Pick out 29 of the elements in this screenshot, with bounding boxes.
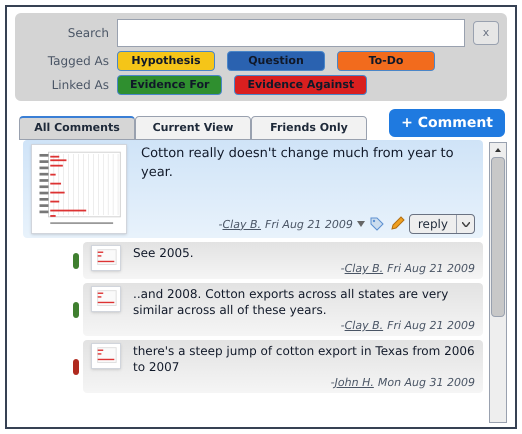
byline-dash: -: [340, 318, 345, 333]
byline-dash: -: [330, 375, 335, 390]
clear-button[interactable]: x: [473, 21, 499, 45]
comment-date: Fri Aug 21 2009: [387, 261, 475, 276]
reply-button[interactable]: reply: [410, 215, 456, 233]
filter-tab[interactable]: Friends Only: [251, 116, 367, 140]
comment-text: Cotton really doesn't change much from year to year.: [141, 145, 455, 182]
reply-text: there's a steep jump of cotton export in Texas from 2006 to 2007: [133, 343, 475, 375]
author-link[interactable]: Clay B.: [344, 261, 384, 276]
author-link[interactable]: John H.: [334, 375, 374, 390]
tag-button[interactable]: Evidence For: [117, 75, 222, 95]
reply-text: See 2005.: [133, 245, 195, 261]
author-link[interactable]: Clay B.: [344, 318, 384, 333]
tag-button[interactable]: Hypothesis: [117, 51, 215, 71]
reply-text: ..and 2008. Cotton exports across all states are very similar across all of these years.: [133, 286, 450, 318]
byline-dash: -: [340, 261, 345, 276]
comment-date: Fri Aug 21 2009: [265, 216, 353, 232]
add-comment-button[interactable]: + Comment: [389, 109, 505, 137]
filter-tab[interactable]: Current View: [135, 116, 251, 140]
search-label: Search: [66, 25, 109, 42]
tag-button[interactable]: To-Do: [337, 51, 435, 71]
tag-row-label: Tagged As: [46, 53, 109, 70]
author-link[interactable]: Clay B.: [222, 216, 262, 232]
comment-date: Mon Aug 31 2009: [378, 375, 475, 390]
tag-row-label: Linked As: [50, 77, 109, 94]
filter-tab[interactable]: All Comments: [19, 116, 135, 140]
byline-dash: -: [218, 216, 222, 232]
tag-button[interactable]: Evidence Against: [234, 75, 368, 95]
comment-date: Fri Aug 21 2009: [387, 318, 475, 333]
